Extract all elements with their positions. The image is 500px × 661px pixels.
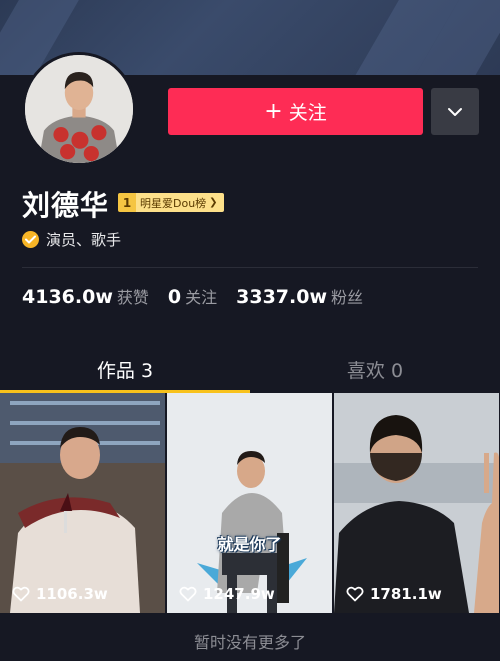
tab-likes[interactable]: 喜欢 0 [250,348,500,390]
video-likes: 1106.3w [12,585,108,603]
stat-following-value: 0 [167,286,182,308]
chevron-down-icon [448,107,462,116]
stat-followers-label: 粉丝 [331,288,364,307]
video-likes-count: 1781.1w [370,585,442,603]
video-thumbnail[interactable]: 就是你了 1247.9w [167,393,332,613]
follow-button-label: 关注 [288,102,327,124]
video-caption: 就是你了 [217,535,282,554]
stat-likes: 4136.0w 获赞 [22,284,149,308]
stat-likes-label: 获赞 [116,288,149,307]
no-more-content-text: 暂时没有更多了 [193,633,306,652]
chevron-right-icon: ❯ [209,197,218,208]
verified-label: 演员、歌手 [46,231,122,249]
avatar[interactable] [22,52,136,166]
video-thumbnail-image [0,393,165,613]
video-likes-count: 1247.9w [203,585,275,603]
video-thumbnail-image [334,393,499,613]
heart-outline-icon [346,586,364,602]
follow-button[interactable]: + 关注 [168,88,423,135]
verified-info: 演员、歌手 [22,229,121,250]
profile-stats: 4136.0w 获赞 0 关注 3337.0w 粉丝 [22,284,382,308]
check-badge-icon [22,231,39,248]
video-grid: 1106.3w 就是你了 1247.9w 1781.1w [0,393,500,613]
video-likes-count: 1106.3w [36,585,108,603]
rank-badge[interactable]: 1 明星爱Dou榜 ❯ [118,193,224,212]
more-options-button[interactable] [431,88,479,135]
heart-outline-icon [12,586,30,602]
video-thumbnail[interactable]: 1781.1w [334,393,499,613]
stat-followers[interactable]: 3337.0w 粉丝 [236,284,363,308]
stat-likes-value: 4136.0w [22,286,113,308]
rank-label: 明星爱Dou榜 [140,196,207,210]
divider [22,267,478,268]
tab-works[interactable]: 作品 3 [0,348,250,393]
stat-following-label: 关注 [185,288,218,307]
video-likes: 1781.1w [346,585,442,603]
heart-outline-icon [179,586,197,602]
stat-following[interactable]: 0 关注 [168,284,217,308]
video-thumbnail[interactable]: 1106.3w [0,393,165,613]
plus-icon: + [264,98,283,124]
profile-tabs: 作品 3 喜欢 0 [0,348,500,393]
video-likes: 1247.9w [179,585,275,603]
video-thumbnail-image [167,393,332,613]
profile-name: 刘德华 [22,189,110,222]
stat-followers-value: 3337.0w [236,286,328,308]
rank-number: 1 [118,193,136,212]
